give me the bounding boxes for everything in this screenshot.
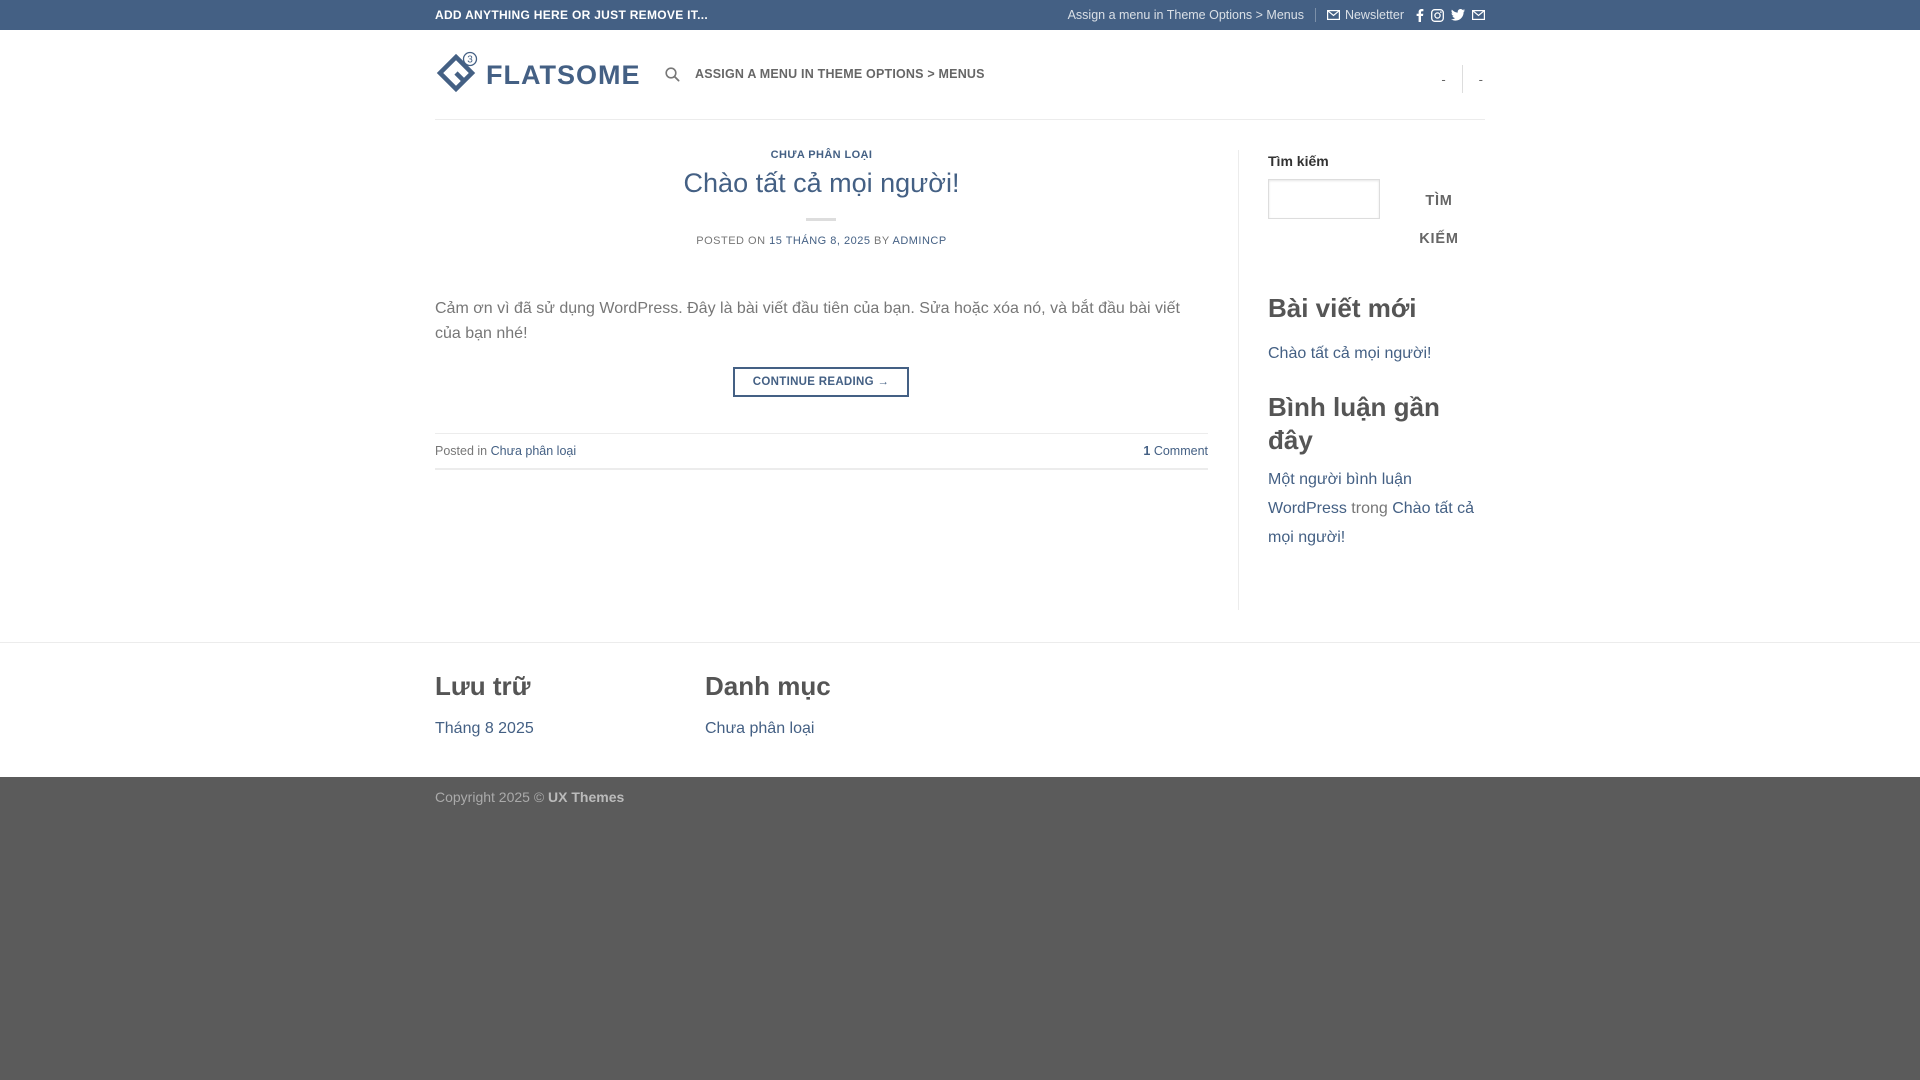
envelope-icon [1326, 10, 1340, 20]
newsletter-link[interactable]: Newsletter [1326, 8, 1404, 22]
comment-author-link[interactable]: Một người bình luận WordPress [1268, 471, 1412, 517]
comment-in-label: trong [1351, 500, 1388, 517]
post-date-link[interactable]: 15 THÁNG 8, 2025 [769, 235, 870, 247]
archives-heading: Lưu trữ [435, 671, 531, 701]
comments-link[interactable]: 1 Comment [1143, 444, 1208, 458]
search-button-line2: KIẾM [1419, 231, 1459, 247]
main-nav-link[interactable]: ASSIGN A MENU IN THEME OPTIONS > MENUS [695, 67, 985, 81]
header-divider [1461, 65, 1463, 93]
post-title[interactable]: Chào tất cả mọi người! [435, 168, 1208, 199]
search-icon[interactable] [665, 67, 680, 87]
recent-posts-heading: Bài viết mới [1268, 293, 1417, 323]
recent-comment-item: Một người bình luận WordPress trong Chào… [1268, 465, 1485, 552]
post-author-link[interactable]: ADMINCP [892, 235, 946, 247]
search-input[interactable] [1268, 179, 1380, 219]
continue-reading-button[interactable]: CONTINUE READING → [733, 367, 909, 397]
copyright: Copyright 2025 © UX Themes [435, 789, 624, 805]
header-cart-link[interactable]: - [1477, 72, 1485, 87]
search-widget-title: Tìm kiếm [1268, 153, 1329, 169]
twitter-icon[interactable] [1451, 9, 1465, 21]
logo-text: FLATSOME [486, 59, 641, 90]
post-meta: POSTED ON 15 THÁNG 8, 2025 BY ADMINCP [435, 235, 1208, 247]
copyright-owner: UX Themes [548, 789, 625, 805]
title-divider [806, 218, 836, 221]
posted-in: Posted in Chưa phân loại [435, 444, 576, 458]
copyright-prefix: Copyright 2025 © [435, 789, 545, 805]
logo-badge: 3 [467, 54, 473, 65]
search-button[interactable]: TÌM KIẾM [1393, 182, 1485, 258]
recent-comments-heading-line1: Bình luận gần [1268, 392, 1440, 422]
post-footer: Posted in Chưa phân loại 1 Comment [435, 433, 1208, 470]
top-menu-link[interactable]: Assign a menu in Theme Options > Menus [1068, 8, 1304, 22]
instagram-icon[interactable] [1431, 8, 1444, 22]
facebook-icon[interactable] [1416, 8, 1424, 22]
recent-comments-heading: Bình luận gần đây [1268, 391, 1440, 457]
comment-label: Comment [1153, 444, 1208, 458]
post-excerpt: Cảm ơn vì đã sử dụng WordPress. Đây là b… [435, 300, 1180, 342]
posted-in-label: Posted in [435, 444, 488, 458]
header-account-link[interactable]: - [1439, 72, 1447, 87]
recent-comments-heading-line2: đây [1268, 425, 1313, 455]
archive-link[interactable]: Tháng 8 2025 [435, 720, 534, 738]
main-content: CHƯA PHÂN LOẠI Chào tất cả mọi người! PO… [0, 120, 1920, 642]
header-right: - - [1439, 65, 1485, 93]
newsletter-label: Newsletter [1344, 8, 1404, 22]
comment-count: 1 [1143, 444, 1151, 458]
recent-post-link[interactable]: Chào tất cả mọi người! [1268, 339, 1432, 368]
site-logo[interactable]: 3 FLATSOME [435, 51, 639, 100]
absolute-footer: Copyright 2025 © UX Themes [0, 777, 1920, 1080]
social-icons [1416, 8, 1485, 22]
site-header: 3 FLATSOME ASSIGN A MENU IN THEME OPTION… [0, 30, 1920, 120]
top-bar-text: ADD ANYTHING HERE OR JUST REMOVE IT... [435, 8, 708, 22]
footer-widgets: Lưu trữ Tháng 8 2025 Danh mục Chưa phân … [0, 642, 1920, 777]
categories-heading: Danh mục [705, 671, 831, 701]
top-bar: ADD ANYTHING HERE OR JUST REMOVE IT... A… [0, 0, 1920, 30]
posted-on-label: POSTED ON [696, 235, 766, 247]
logo-mark-icon: 3 [435, 51, 479, 100]
category-link[interactable]: Chưa phân loại [705, 720, 814, 738]
post-category[interactable]: CHƯA PHÂN LOẠI [435, 149, 1208, 161]
by-label: BY [874, 235, 890, 247]
posted-in-category-link[interactable]: Chưa phân loại [491, 444, 577, 458]
search-button-line1: TÌM [1425, 193, 1453, 209]
top-bar-divider [1314, 8, 1316, 22]
email-icon[interactable] [1472, 10, 1485, 20]
sidebar-divider [1238, 150, 1239, 610]
